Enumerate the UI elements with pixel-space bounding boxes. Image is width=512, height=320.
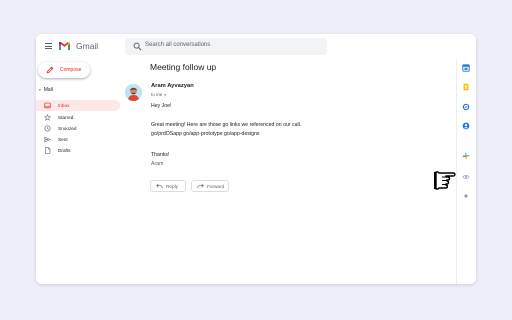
- email-go-links[interactable]: go/prdOSapp go/app-prototype go/app-desi…: [151, 131, 259, 137]
- pointing-hand-cursor-icon: [434, 171, 456, 190]
- sidebar-item-snoozed[interactable]: Snoozed: [36, 123, 120, 134]
- sidebar-item-sent[interactable]: Sent: [36, 134, 120, 145]
- add-icon[interactable]: [462, 192, 470, 200]
- menu-icon[interactable]: [45, 43, 52, 49]
- star-icon: [44, 114, 51, 121]
- search-bar[interactable]: Search all conversations: [125, 38, 327, 55]
- draft-icon: [45, 147, 51, 154]
- search-input[interactable]: Search all conversations: [145, 42, 210, 48]
- compose-button[interactable]: Compose: [38, 62, 90, 78]
- top-bar: Gmail Search all conversations: [36, 34, 476, 60]
- sidebar-item-starred[interactable]: Starred: [36, 112, 120, 123]
- caret-down-icon[interactable]: ▾: [164, 93, 166, 97]
- recipient-details[interactable]: to me ▾: [151, 92, 166, 97]
- compose-label: Compose: [60, 67, 82, 73]
- reply-button[interactable]: Reply: [150, 180, 186, 192]
- send-icon: [44, 136, 51, 143]
- recipient-label: to me: [151, 92, 163, 97]
- sidebar-item-inbox[interactable]: Inbox: [36, 100, 120, 111]
- caret-down-icon: ▾: [39, 88, 41, 92]
- sender-photo: [125, 84, 142, 101]
- sidebar-item-label: Sent: [58, 137, 68, 142]
- calendar-icon[interactable]: [462, 64, 470, 72]
- contacts-icon[interactable]: [462, 122, 470, 130]
- sidebar-item-label: Snoozed: [58, 126, 77, 131]
- app-brand: Gmail: [76, 41, 99, 51]
- tasks-icon[interactable]: [462, 103, 470, 111]
- forward-icon: [197, 183, 204, 189]
- email-greeting: Hey Joe!: [151, 103, 172, 109]
- email-body-line: Great meeting! Here are those go links w…: [151, 122, 302, 128]
- gmail-window: Gmail Search all conversations Compose ▾…: [36, 34, 476, 284]
- keep-icon[interactable]: [462, 83, 470, 91]
- inbox-icon: [44, 102, 51, 109]
- email-subject: Meeting follow up: [150, 62, 217, 72]
- forward-label: Forward: [207, 183, 225, 189]
- sender-name: Aram Ayvazyan: [151, 83, 194, 89]
- reply-label: Reply: [166, 183, 178, 189]
- mail-section-label: Mail: [43, 87, 53, 93]
- search-icon[interactable]: [133, 42, 142, 51]
- sidebar-item-label: Inbox: [58, 103, 70, 108]
- email-closing: Thanks!: [151, 152, 170, 158]
- slack-icon[interactable]: [462, 152, 470, 160]
- sidebar-item-drafts[interactable]: Drafts: [36, 145, 120, 156]
- reply-icon: [156, 183, 163, 189]
- pencil-icon: [46, 66, 54, 74]
- gmail-logo-icon[interactable]: [58, 41, 71, 51]
- clock-icon: [44, 125, 51, 132]
- email-signature: Aram: [151, 161, 164, 167]
- mail-section-toggle[interactable]: ▾ Mail: [39, 87, 53, 93]
- forward-button[interactable]: Forward: [191, 180, 229, 192]
- sidebar-item-label: Drafts: [58, 148, 71, 153]
- sidebar-item-label: Starred: [58, 115, 74, 120]
- eye-icon[interactable]: [462, 173, 470, 181]
- avatar[interactable]: [125, 84, 142, 101]
